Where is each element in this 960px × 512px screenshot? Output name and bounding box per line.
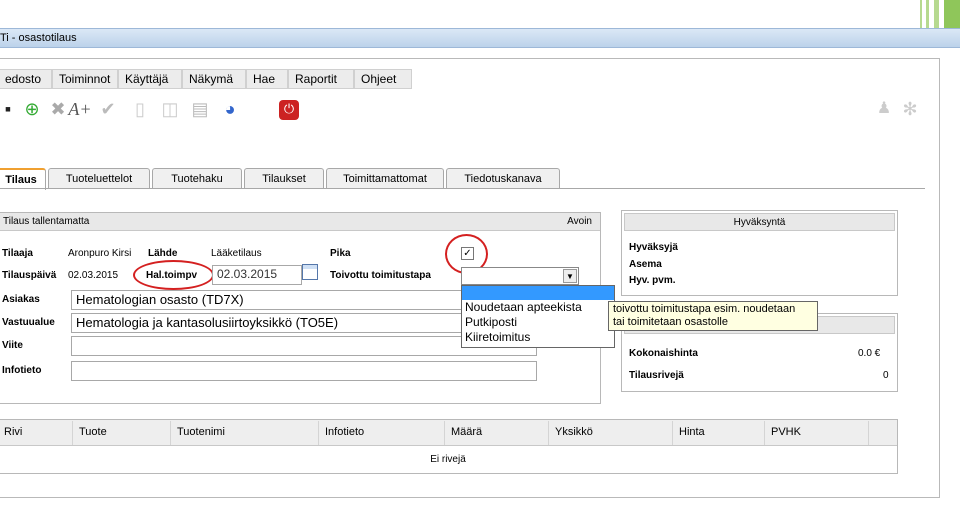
column-tuote[interactable]: Tuote: [73, 421, 171, 445]
toivottu-toimitustapa-label: Toivottu toimitustapa: [330, 270, 431, 281]
tooltip-line-2: tai toimitetaan osastolle: [613, 316, 728, 328]
column-tuotenimi[interactable]: Tuotenimi: [171, 421, 319, 445]
column-yksikko[interactable]: Yksikkö: [549, 421, 673, 445]
tab-tiedotuskanava[interactable]: Tiedotuskanava: [446, 168, 560, 189]
tab-tilaukset[interactable]: Tilaukset: [244, 168, 324, 189]
tab-toimittamattomat[interactable]: Toimittamattomat: [326, 168, 444, 189]
window-titlebar: Ti - osastotilaus: [0, 28, 960, 48]
tab-tuoteluettelot[interactable]: Tuoteluettelot: [48, 168, 150, 189]
column-infotieto[interactable]: Infotieto: [319, 421, 445, 445]
viite-label: Viite: [2, 340, 23, 351]
kokonaishinta-value: 0.0 €: [858, 348, 881, 359]
infotieto-field[interactable]: [71, 361, 537, 381]
pika-label: Pika: [330, 248, 351, 259]
haltoimpv-date-field[interactable]: 02.03.2015: [212, 265, 302, 285]
infotieto-label: Infotieto: [2, 365, 42, 376]
dropdown-option-putkiposti[interactable]: Putkiposti: [462, 315, 614, 330]
tilauspaiva-label: Tilauspäivä: [2, 270, 57, 281]
toimitustapa-select[interactable]: ▼: [461, 267, 579, 285]
dropdown-option-empty[interactable]: [462, 286, 614, 300]
copy-document-icon[interactable]: ▯: [128, 97, 152, 121]
tab-divider: [0, 188, 925, 189]
column-pvhk[interactable]: PVHK: [765, 421, 869, 445]
hyvaksyja-label: Hyväksyjä: [629, 242, 678, 253]
tilaaja-label: Tilaaja: [2, 248, 33, 259]
power-off-icon[interactable]: ⏻: [279, 100, 299, 120]
paste-document-icon[interactable]: ◫: [158, 97, 182, 121]
approval-title: Hyväksyntä: [624, 213, 895, 231]
hyv-pvm-label: Hyv. pvm.: [629, 275, 676, 286]
column-maara[interactable]: Määrä: [445, 421, 549, 445]
column-hinta[interactable]: Hinta: [673, 421, 765, 445]
empty-rows-message: Ei rivejä: [430, 454, 466, 465]
dropdown-option-noudetaan[interactable]: Noudetaan apteekista: [462, 300, 614, 315]
lahde-label: Lähde: [148, 248, 178, 259]
tilaaja-value: Aronpuro Kirsi: [68, 248, 132, 259]
order-status: Avoin: [567, 216, 592, 227]
tilausriveja-value: 0: [883, 370, 889, 381]
asiakas-label: Asiakas: [2, 294, 40, 305]
column-rivi[interactable]: Rivi: [0, 421, 73, 445]
calendar-icon[interactable]: [302, 264, 318, 280]
new-document-icon[interactable]: ⊕: [20, 97, 44, 121]
tilausriveja-label: Tilausrivejä: [629, 370, 684, 381]
dropdown-option-kiiretoimitus[interactable]: Kiiretoimitus: [462, 330, 614, 345]
menu-raportit[interactable]: Raportit: [288, 69, 354, 89]
menu-hae[interactable]: Hae: [246, 69, 288, 89]
add-text-icon[interactable]: A+: [68, 97, 92, 121]
vastuualue-label: Vastuualue: [2, 317, 55, 328]
tooltip-line-1: toivottu toimitustapa esim. noudetaan: [613, 303, 796, 315]
order-panel-header: Tilaus tallentamatta Avoin: [0, 213, 600, 231]
toimitustapa-dropdown-list: Noudetaan apteekista Putkiposti Kiiretoi…: [461, 285, 615, 348]
lahde-value: Lääketilaus: [211, 248, 262, 259]
menu-tiedosto[interactable]: edosto: [0, 69, 52, 89]
menu-nakyma[interactable]: Näkymä: [182, 69, 246, 89]
user-icon: ♟: [876, 100, 892, 117]
save-icon[interactable]: ▪: [0, 97, 20, 121]
print-icon[interactable]: ▤: [188, 97, 212, 121]
tilauspaiva-value: 02.03.2015: [68, 270, 119, 281]
tab-tilaus[interactable]: Tilaus: [0, 168, 46, 190]
menu-ohjeet[interactable]: Ohjeet: [354, 69, 412, 89]
kokonaishinta-label: Kokonaishinta: [629, 348, 698, 359]
toimitustapa-tooltip: toivottu toimitustapa esim. noudetaan ta…: [608, 301, 818, 331]
menu-kayttaja[interactable]: Käyttäjä: [118, 69, 182, 89]
chevron-down-icon[interactable]: ▼: [563, 269, 577, 283]
annotation-circle-haltoimpv: [133, 260, 214, 290]
menu-toiminnot[interactable]: Toiminnot: [52, 69, 118, 89]
asema-label: Asema: [629, 259, 662, 270]
window-title: Ti - osastotilaus: [0, 32, 77, 44]
approve-check-icon[interactable]: ✔: [96, 97, 120, 121]
order-header: Tilaus tallentamatta: [3, 216, 90, 227]
loading-spinner-icon: ✻: [902, 99, 918, 119]
send-icon[interactable]: ◕: [218, 97, 242, 121]
tab-tuotehaku[interactable]: Tuotehaku: [152, 168, 242, 189]
delete-icon[interactable]: ✖: [46, 97, 70, 121]
